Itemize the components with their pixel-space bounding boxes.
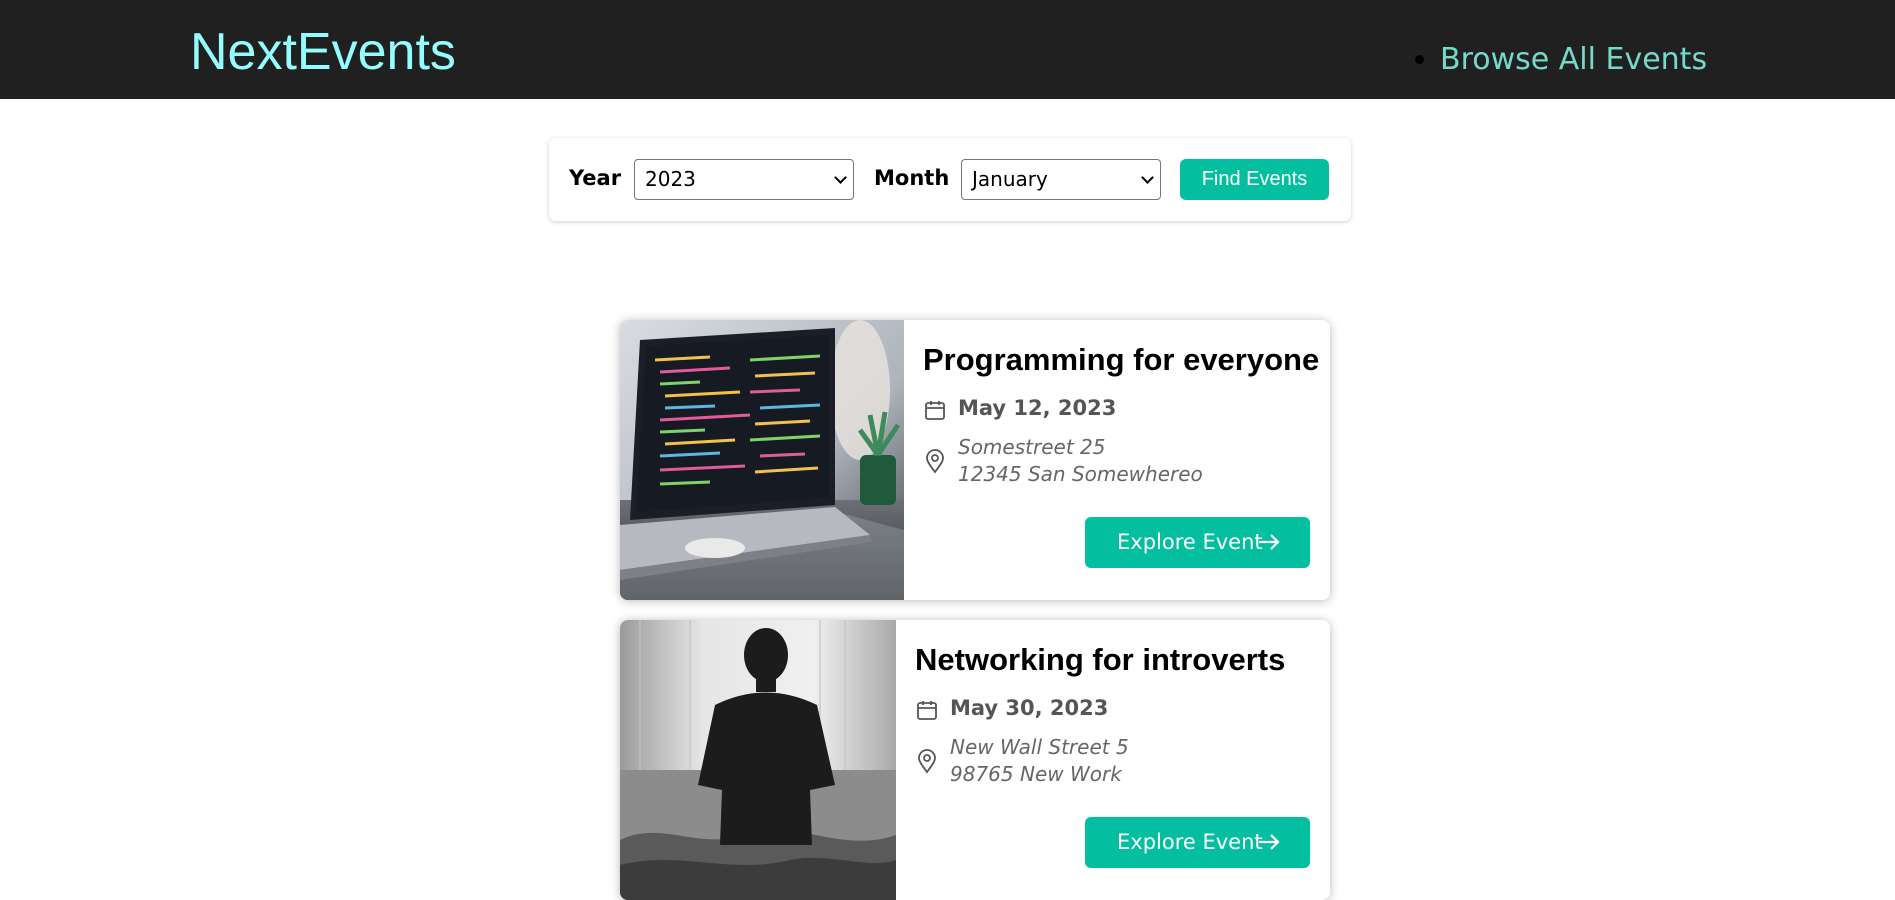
explore-event-label: Explore Event (1117, 530, 1263, 554)
arrow-right-icon (1259, 834, 1280, 850)
event-date: May 12, 2023 (958, 396, 1117, 420)
browse-all-events-link[interactable]: Browse All Events (1440, 42, 1707, 77)
address-line-1: New Wall Street 5 (950, 735, 1129, 759)
calendar-icon (917, 701, 937, 720)
logo-link[interactable]: NextEvents (190, 22, 456, 82)
year-select-value: 2023 (645, 167, 696, 191)
month-label: Month (874, 166, 950, 190)
event-card: Programming for everyone May 12, 2023 So… (620, 320, 1330, 600)
address-line-1: Somestreet 25 (958, 435, 1106, 459)
arrow-right-icon (1259, 534, 1280, 550)
address-line-2: 98765 New Work (950, 762, 1122, 786)
chevron-down-icon (834, 171, 847, 184)
nav-item: Browse All Events (1440, 38, 1707, 82)
month-select[interactable]: January (961, 159, 1161, 200)
events-filter-form: Year 2023 Month January Find Events (549, 138, 1351, 221)
event-date: May 30, 2023 (950, 696, 1109, 720)
address-line-2: 12345 San Somewhereo (958, 462, 1203, 486)
explore-event-label: Explore Event (1117, 830, 1263, 854)
year-label: Year (569, 166, 622, 190)
laptop-code-photo (620, 320, 904, 600)
location-pin-icon (926, 449, 944, 474)
explore-event-button[interactable]: Explore Event (1085, 517, 1310, 568)
main-nav: Browse All Events (1440, 38, 1707, 82)
person-silhouette-photo (620, 620, 896, 900)
event-title: Networking for introverts (915, 642, 1286, 677)
event-address: New Wall Street 5 98765 New Work (950, 734, 1129, 788)
site-header: NextEvents Browse All Events (0, 0, 1895, 99)
event-title: Programming for everyone (923, 342, 1320, 377)
calendar-icon (925, 401, 945, 420)
month-select-value: January (972, 167, 1048, 191)
year-select[interactable]: 2023 (634, 159, 854, 200)
explore-event-button[interactable]: Explore Event (1085, 817, 1310, 868)
event-card: Networking for introverts May 30, 2023 N… (620, 620, 1330, 900)
location-pin-icon (918, 749, 936, 774)
event-address: Somestreet 25 12345 San Somewhereo (958, 434, 1203, 488)
chevron-down-icon (1141, 171, 1154, 184)
find-events-button[interactable]: Find Events (1180, 159, 1329, 200)
